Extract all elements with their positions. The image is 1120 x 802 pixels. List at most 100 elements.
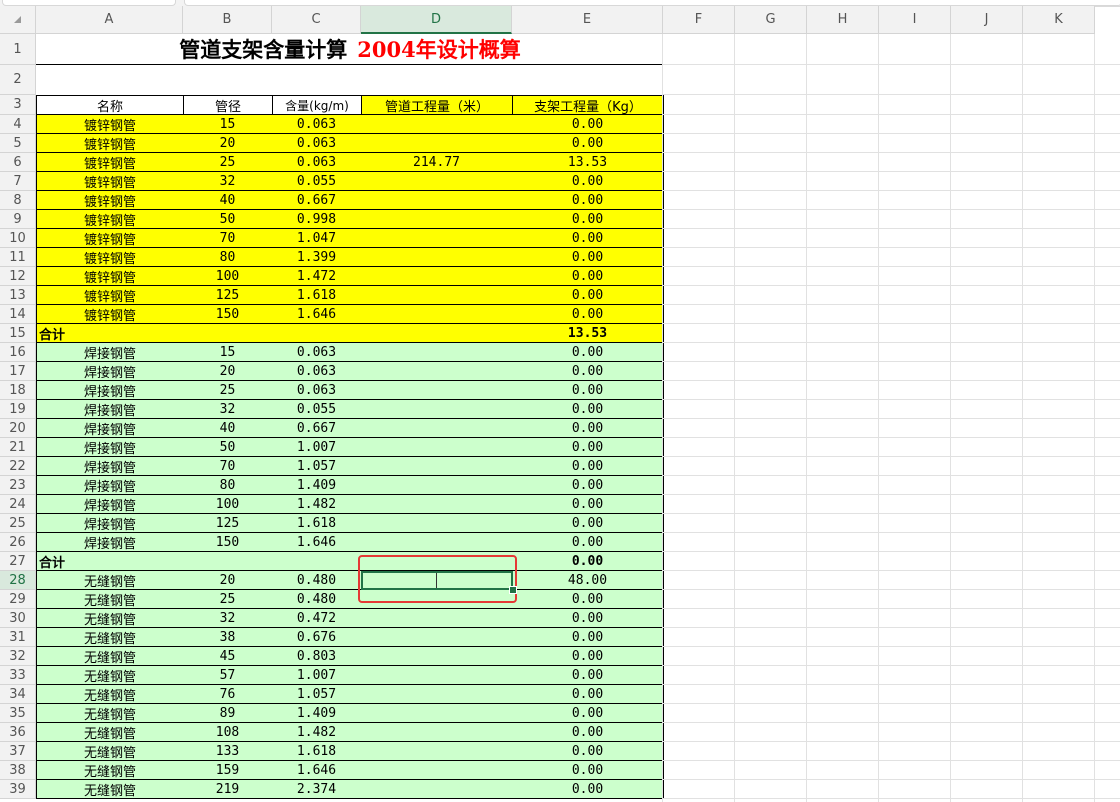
cell-pipe-row-34[interactable] [361,685,513,704]
cell-support-row-14[interactable]: 0.00 [512,305,664,324]
row-header-33[interactable]: 33 [0,666,36,685]
cell-pipe-row-4[interactable] [361,115,513,134]
cell-support-row-5[interactable]: 0.00 [512,134,664,153]
cell-diameter-row-34[interactable]: 76 [183,685,273,704]
cell-pipe-row-23[interactable] [361,476,513,495]
row-header-37[interactable]: 37 [0,742,36,761]
cell-content-row-7[interactable]: 0.055 [272,172,362,191]
cell-content-row-10[interactable]: 1.047 [272,229,362,248]
cell-name-row-13[interactable]: 镀锌钢管 [36,286,184,305]
cell-name-row-9[interactable]: 镀锌钢管 [36,210,184,229]
cell-pipe-row-26[interactable] [361,533,513,552]
cell-name-row-20[interactable]: 焊接钢管 [36,419,184,438]
cell-content-row-21[interactable]: 1.007 [272,438,362,457]
cell-support-row-21[interactable]: 0.00 [512,438,664,457]
cell-support-row-11[interactable]: 0.00 [512,248,664,267]
column-header-K[interactable]: K [1023,6,1095,34]
cell-name-row-6[interactable]: 镀锌钢管 [36,153,184,172]
cell-content-row-18[interactable]: 0.063 [272,381,362,400]
cell-pipe-row-17[interactable] [361,362,513,381]
cell-support-row-38[interactable]: 0.00 [512,761,664,780]
row-header-20[interactable]: 20 [0,419,36,438]
cell-name-row-18[interactable]: 焊接钢管 [36,381,184,400]
sheet-title[interactable]: 管道支架含量计算 2004年设计概算 [36,34,664,65]
cell-diameter-row-32[interactable]: 45 [183,647,273,666]
cell-diameter-row-23[interactable]: 80 [183,476,273,495]
cell-pipe-row-19[interactable] [361,400,513,419]
row-header-1[interactable]: 1 [0,34,36,65]
cell-name-row-38[interactable]: 无缝钢管 [36,761,184,780]
total-label-row-15[interactable]: 合计 [36,324,362,343]
row-header-17[interactable]: 17 [0,362,36,381]
column-header-D[interactable]: D [361,6,512,34]
row-header-21[interactable]: 21 [0,438,36,457]
cell-diameter-row-12[interactable]: 100 [183,267,273,286]
cell-support-row-35[interactable]: 0.00 [512,704,664,723]
cell-diameter-row-4[interactable]: 15 [183,115,273,134]
cell-content-row-37[interactable]: 1.618 [272,742,362,761]
cell-pipe-row-22[interactable] [361,457,513,476]
cell-support-row-36[interactable]: 0.00 [512,723,664,742]
cell-diameter-row-22[interactable]: 70 [183,457,273,476]
cell-diameter-row-8[interactable]: 40 [183,191,273,210]
cell-content-row-34[interactable]: 1.057 [272,685,362,704]
row-header-26[interactable]: 26 [0,533,36,552]
row-header-16[interactable]: 16 [0,343,36,362]
cell-content-row-25[interactable]: 1.618 [272,514,362,533]
cell-support-row-12[interactable]: 0.00 [512,267,664,286]
cell-pipe-row-14[interactable] [361,305,513,324]
cell-diameter-row-11[interactable]: 80 [183,248,273,267]
row-header-9[interactable]: 9 [0,210,36,229]
cell-pipe-row-9[interactable] [361,210,513,229]
cell-name-row-37[interactable]: 无缝钢管 [36,742,184,761]
cell-support-row-18[interactable]: 0.00 [512,381,664,400]
cell-support-row-20[interactable]: 0.00 [512,419,664,438]
cell-content-row-29[interactable]: 0.480 [272,590,362,609]
cell-diameter-row-38[interactable]: 159 [183,761,273,780]
cell-name-row-33[interactable]: 无缝钢管 [36,666,184,685]
cell-diameter-row-26[interactable]: 150 [183,533,273,552]
cell-diameter-row-29[interactable]: 25 [183,590,273,609]
cell-content-row-8[interactable]: 0.667 [272,191,362,210]
cell-content-row-17[interactable]: 0.063 [272,362,362,381]
column-header-B[interactable]: B [183,6,272,34]
cell-content-row-23[interactable]: 1.409 [272,476,362,495]
cell-support-row-7[interactable]: 0.00 [512,172,664,191]
total-support-row-15[interactable]: 13.53 [512,324,664,343]
cell-pipe-row-7[interactable] [361,172,513,191]
row-header-32[interactable]: 32 [0,647,36,666]
cell-content-row-19[interactable]: 0.055 [272,400,362,419]
cell-name-row-32[interactable]: 无缝钢管 [36,647,184,666]
cell-content-row-36[interactable]: 1.482 [272,723,362,742]
row-header-30[interactable]: 30 [0,609,36,628]
cell-diameter-row-39[interactable]: 219 [183,780,273,799]
cell-diameter-row-6[interactable]: 25 [183,153,273,172]
cell-diameter-row-28[interactable]: 20 [183,571,273,590]
cell-name-row-12[interactable]: 镀锌钢管 [36,267,184,286]
cell-pipe-row-16[interactable] [361,343,513,362]
cell-support-row-33[interactable]: 0.00 [512,666,664,685]
cell-pipe-row-36[interactable] [361,723,513,742]
row-header-3[interactable]: 3 [0,95,36,115]
row-header-36[interactable]: 36 [0,723,36,742]
header-name[interactable]: 名称 [36,95,184,115]
cell-content-row-28[interactable]: 0.480 [272,571,362,590]
total-pipe-row-15[interactable] [361,324,513,343]
cell-name-row-23[interactable]: 焊接钢管 [36,476,184,495]
cell-pipe-row-25[interactable] [361,514,513,533]
cell-pipe-row-37[interactable] [361,742,513,761]
cell-support-row-39[interactable]: 0.00 [512,780,664,799]
cell-name-row-28[interactable]: 无缝钢管 [36,571,184,590]
active-cell-D28[interactable] [361,571,513,590]
cell-diameter-row-19[interactable]: 32 [183,400,273,419]
cell-pipe-row-38[interactable] [361,761,513,780]
cell-name-row-26[interactable]: 焊接钢管 [36,533,184,552]
cell-pipe-row-24[interactable] [361,495,513,514]
header-content[interactable]: 含量(kg/m) [272,95,362,115]
cell-content-row-6[interactable]: 0.063 [272,153,362,172]
cell-pipe-row-35[interactable] [361,704,513,723]
cell-content-row-26[interactable]: 1.646 [272,533,362,552]
cell-support-row-8[interactable]: 0.00 [512,191,664,210]
column-header-F[interactable]: F [663,6,735,34]
cell-diameter-row-13[interactable]: 125 [183,286,273,305]
